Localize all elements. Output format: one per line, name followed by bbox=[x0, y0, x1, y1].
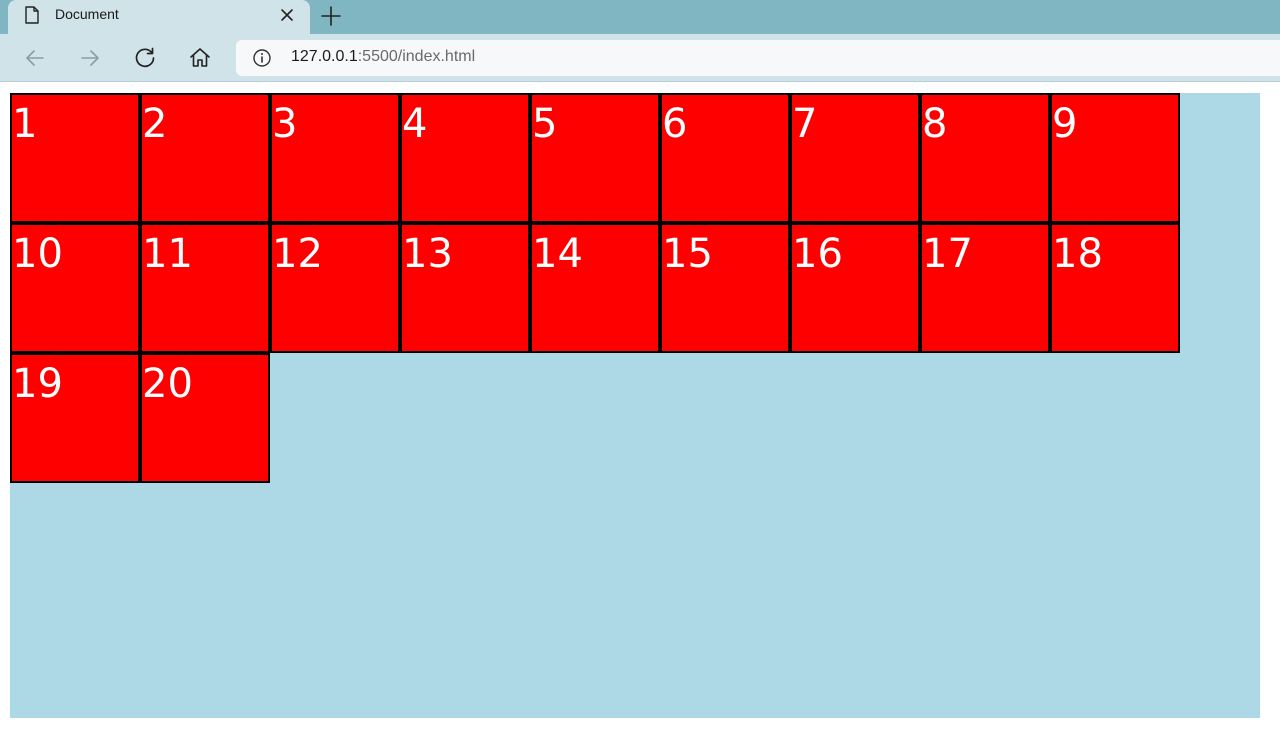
address-bar[interactable]: 127.0.0.1:5500/index.html bbox=[236, 40, 1280, 76]
url-path: :5500/index.html bbox=[357, 48, 476, 65]
box-item: 14 bbox=[530, 223, 660, 353]
plus-icon[interactable] bbox=[318, 3, 344, 29]
box-item: 16 bbox=[790, 223, 920, 353]
url-text[interactable]: 127.0.0.1:5500/index.html bbox=[291, 48, 475, 66]
box-item: 5 bbox=[530, 93, 660, 223]
box-item: 13 bbox=[400, 223, 530, 353]
box-item: 12 bbox=[270, 223, 400, 353]
box-item: 19 bbox=[10, 353, 140, 483]
box-item: 15 bbox=[660, 223, 790, 353]
box-item: 4 bbox=[400, 93, 530, 223]
tab-document[interactable]: Document bbox=[8, 0, 310, 34]
box-item: 7 bbox=[790, 93, 920, 223]
box-item: 8 bbox=[920, 93, 1050, 223]
info-icon[interactable] bbox=[252, 48, 272, 68]
box-item: 18 bbox=[1050, 223, 1180, 353]
home-icon[interactable] bbox=[187, 45, 213, 71]
box-container: 1 2 3 4 5 6 7 8 9 10 11 12 13 14 15 16 17 18 19 20 bbox=[10, 93, 1260, 718]
reload-icon[interactable] bbox=[132, 45, 158, 71]
box-item: 11 bbox=[140, 223, 270, 353]
box-item: 9 bbox=[1050, 93, 1180, 223]
box-item: 3 bbox=[270, 93, 400, 223]
page-viewport: 1 2 3 4 5 6 7 8 9 10 11 12 13 14 15 16 17 18 19 20 bbox=[0, 83, 1280, 740]
box-item: 1 bbox=[10, 93, 140, 223]
arrow-right-icon[interactable] bbox=[77, 45, 103, 71]
navigation-bar: 127.0.0.1:5500/index.html bbox=[0, 34, 1280, 82]
close-icon[interactable] bbox=[278, 6, 296, 24]
box-item: 20 bbox=[140, 353, 270, 483]
box-item: 6 bbox=[660, 93, 790, 223]
box-item: 2 bbox=[140, 93, 270, 223]
tab-strip: Document bbox=[0, 0, 1280, 34]
arrow-left-icon[interactable] bbox=[22, 45, 48, 71]
box-item: 10 bbox=[10, 223, 140, 353]
url-host: 127.0.0.1 bbox=[291, 48, 358, 65]
box-item: 17 bbox=[920, 223, 1050, 353]
document-icon bbox=[25, 6, 39, 24]
tab-title: Document bbox=[55, 6, 119, 22]
